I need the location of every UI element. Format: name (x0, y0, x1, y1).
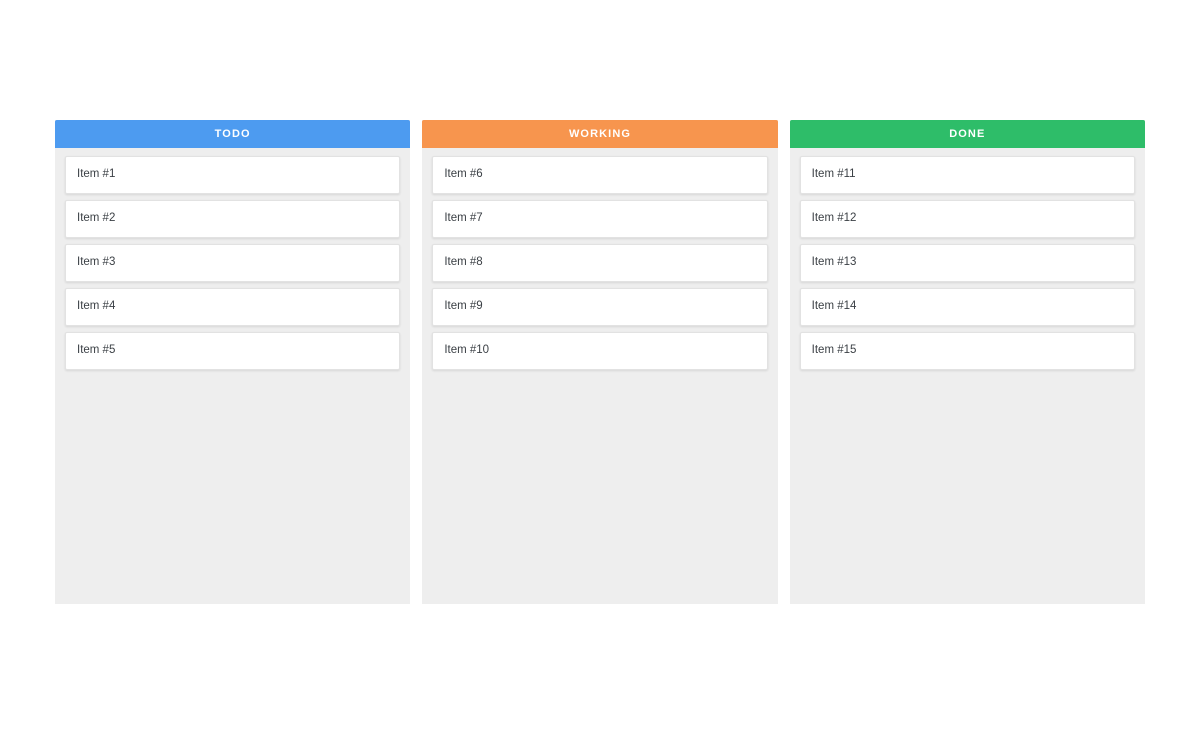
kanban-card[interactable]: Item #12 (799, 200, 1135, 238)
kanban-column-working: WORKING Item #6 Item #7 Item #8 Item #9 Item … (422, 120, 778, 604)
kanban-card-label: Item #7 (444, 212, 483, 225)
column-header-done[interactable]: DONE (789, 120, 1145, 148)
kanban-card[interactable]: Item #11 (799, 156, 1135, 194)
kanban-card-label: Item #11 (811, 168, 856, 181)
kanban-card-label: Item #6 (444, 168, 483, 181)
kanban-card[interactable]: Item #5 (65, 332, 401, 370)
kanban-card-label: Item #5 (77, 344, 116, 357)
kanban-column-done: DONE Item #11 Item #12 Item #13 Item #14 Item… (789, 120, 1145, 604)
kanban-card-label: Item #2 (77, 212, 116, 225)
kanban-card-label: Item #14 (811, 300, 857, 313)
kanban-column-todo: TODO Item #1 Item #2 Item #3 Item #4 Item #5 (55, 120, 411, 604)
kanban-card-label: Item #13 (811, 256, 857, 269)
kanban-card[interactable]: Item #14 (799, 288, 1135, 326)
kanban-card[interactable]: Item #8 (432, 244, 768, 282)
column-dropzone-working[interactable]: Item #6 Item #7 Item #8 Item #9 Item #10 (422, 148, 777, 604)
kanban-card-label: Item #12 (811, 212, 857, 225)
kanban-card[interactable]: Item #13 (799, 244, 1135, 282)
kanban-card[interactable]: Item #1 (65, 156, 401, 194)
kanban-card-label: Item #8 (444, 256, 483, 269)
kanban-card-label: Item #9 (444, 300, 483, 313)
column-title: WORKING (568, 128, 632, 140)
kanban-card[interactable]: Item #7 (432, 200, 768, 238)
column-title: TODO (214, 128, 251, 140)
kanban-card-label: Item #3 (77, 256, 116, 269)
kanban-board: TODO Item #1 Item #2 Item #3 Item #4 Item #5 W… (55, 120, 1145, 604)
kanban-card-label: Item #4 (77, 300, 116, 313)
kanban-card[interactable]: Item #6 (432, 156, 768, 194)
kanban-card[interactable]: Item #4 (65, 288, 401, 326)
kanban-card[interactable]: Item #2 (65, 200, 401, 238)
kanban-card[interactable]: Item #10 (432, 332, 768, 370)
kanban-card[interactable]: Item #9 (432, 288, 768, 326)
column-title: DONE (949, 128, 986, 140)
kanban-card[interactable]: Item #15 (799, 332, 1135, 370)
kanban-card-label: Item #10 (444, 344, 490, 357)
kanban-card-label: Item #15 (811, 344, 857, 357)
column-header-working[interactable]: WORKING (422, 120, 778, 148)
column-header-todo[interactable]: TODO (55, 120, 411, 148)
column-dropzone-done[interactable]: Item #11 Item #12 Item #13 Item #14 Item #15 (790, 148, 1145, 604)
kanban-card-label: Item #1 (77, 168, 116, 181)
column-dropzone-todo[interactable]: Item #1 Item #2 Item #3 Item #4 Item #5 (55, 148, 410, 604)
kanban-card[interactable]: Item #3 (65, 244, 401, 282)
